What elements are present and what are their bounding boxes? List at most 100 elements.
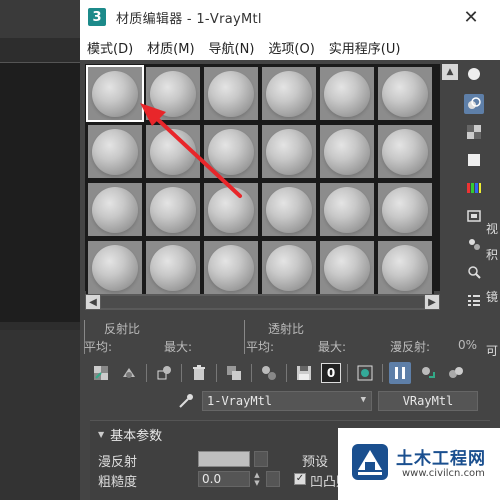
material-name-value: 1-VrayMtl xyxy=(207,394,273,408)
toolbar-divider xyxy=(146,364,147,382)
sample-slot[interactable] xyxy=(260,65,318,122)
roughness-spinner[interactable]: 0.0 xyxy=(198,471,250,487)
toolbar-divider xyxy=(286,364,287,382)
diffuse-color-swatch[interactable] xyxy=(198,451,250,467)
go-to-parent-button[interactable] xyxy=(417,362,439,384)
material-sphere-preview xyxy=(266,186,312,233)
sample-slot[interactable] xyxy=(86,65,144,122)
menu-options[interactable]: 选项(O) xyxy=(261,38,321,57)
menu-material[interactable]: 材质(M) xyxy=(140,38,201,57)
close-button[interactable]: ✕ xyxy=(460,6,482,28)
slots-scroll-up-button[interactable]: ▲ xyxy=(442,64,458,80)
background-toolbar xyxy=(0,0,80,38)
menu-mode[interactable]: 模式(D) xyxy=(80,38,140,57)
video-color-check-button[interactable] xyxy=(464,178,484,198)
material-sphere-preview xyxy=(150,70,196,117)
select-by-material-button[interactable] xyxy=(464,262,484,282)
sphere-icon xyxy=(468,68,480,80)
material-sphere-preview xyxy=(92,70,138,117)
menu-utilities[interactable]: 实用程序(U) xyxy=(322,38,408,57)
material-sphere-preview xyxy=(208,244,254,291)
bump-checkbox[interactable]: ✓ xyxy=(294,473,306,485)
material-sphere-preview xyxy=(92,244,138,291)
sample-slot[interactable] xyxy=(144,123,202,180)
sample-slot[interactable] xyxy=(144,181,202,238)
sample-slot[interactable] xyxy=(318,181,376,238)
sample-slot[interactable] xyxy=(202,65,260,122)
slots-horizontal-scrollbar[interactable]: ◀ ▶ xyxy=(85,294,440,310)
sample-slot[interactable] xyxy=(144,65,202,122)
put-to-scene-button[interactable] xyxy=(118,362,140,384)
sample-slot[interactable] xyxy=(202,181,260,238)
stats-divider xyxy=(244,320,245,354)
menu-navigation[interactable]: 导航(N) xyxy=(202,38,262,57)
make-preview-button[interactable] xyxy=(464,206,484,226)
material-id-value: 0 xyxy=(326,366,336,380)
sample-slot[interactable] xyxy=(376,239,434,296)
material-type-button[interactable]: VRayMtl xyxy=(378,391,478,411)
material-id-channel-button[interactable]: 0 xyxy=(321,363,341,383)
material-map-navigator-button[interactable] xyxy=(464,290,484,310)
sample-slot[interactable] xyxy=(202,123,260,180)
assign-to-selection-button[interactable] xyxy=(153,362,175,384)
backlight-button[interactable] xyxy=(464,94,484,114)
sample-slot[interactable] xyxy=(376,65,434,122)
roughness-map-button[interactable] xyxy=(266,471,280,487)
reflectance-stats: 反射比 透射比 平均: 最大: 平均: 最大: 漫反射: 0% xyxy=(80,318,500,358)
scroll-left-button[interactable]: ◀ xyxy=(86,295,100,309)
toolbar-divider xyxy=(181,364,182,382)
reflect-label: 反射比 xyxy=(104,322,141,336)
background-button[interactable] xyxy=(464,122,484,142)
sample-slot[interactable] xyxy=(260,239,318,296)
get-material-button[interactable] xyxy=(90,362,112,384)
material-sphere-preview xyxy=(382,244,428,291)
sample-type-button[interactable] xyxy=(464,64,484,84)
list-icon xyxy=(468,295,480,306)
sample-slot[interactable] xyxy=(260,123,318,180)
material-name-field[interactable]: 1-VrayMtl ▼ xyxy=(202,391,372,411)
sample-slot[interactable] xyxy=(318,65,376,122)
material-toolbar: 0 xyxy=(90,362,473,384)
reflect-max-label: 最大: xyxy=(164,340,193,354)
copy-material-button[interactable] xyxy=(258,362,280,384)
sample-slot[interactable] xyxy=(376,181,434,238)
sample-slot[interactable] xyxy=(86,123,144,180)
title-bar[interactable]: 3 材质编辑器 - 1-VrayMtl ✕ xyxy=(80,0,500,34)
assign-material-icon xyxy=(157,366,171,380)
put-to-library-button[interactable] xyxy=(293,362,315,384)
toolbar-divider xyxy=(216,364,217,382)
sample-slot-grid xyxy=(85,64,435,298)
menu-bar: 模式(D) 材质(M) 导航(N) 选项(O) 实用程序(U) xyxy=(80,34,500,60)
show-end-result-button[interactable] xyxy=(389,362,411,384)
background-application xyxy=(0,0,80,500)
pick-material-from-object-button[interactable] xyxy=(176,391,196,411)
transmit-max-label: 最大: xyxy=(318,340,347,354)
sample-slot[interactable] xyxy=(202,239,260,296)
scroll-right-button[interactable]: ▶ xyxy=(425,295,439,309)
make-unique-button[interactable] xyxy=(223,362,245,384)
rollout-title: 基本参数 xyxy=(110,429,163,444)
delete-button[interactable] xyxy=(188,362,210,384)
toolbar-divider xyxy=(251,364,252,382)
diffuse-stat-label: 漫反射: xyxy=(390,340,431,354)
sample-slot[interactable] xyxy=(86,181,144,238)
spinner-arrows-icon[interactable]: ▲ ▼ xyxy=(252,471,262,487)
background-panel xyxy=(0,330,80,500)
show-in-viewport-button[interactable] xyxy=(354,362,376,384)
rollout-header[interactable]: ▼ 基本参数 xyxy=(98,425,162,444)
sample-slot[interactable] xyxy=(318,239,376,296)
sample-slot[interactable] xyxy=(376,123,434,180)
scroll-thumb[interactable] xyxy=(101,296,424,308)
sample-slot[interactable] xyxy=(144,239,202,296)
toolbar-divider xyxy=(382,364,383,382)
sample-slot[interactable] xyxy=(86,239,144,296)
watermark-title: 土木工程网 xyxy=(396,449,486,469)
go-forward-to-sibling-button[interactable] xyxy=(445,362,467,384)
options-button[interactable] xyxy=(464,234,484,254)
sample-slot[interactable] xyxy=(318,123,376,180)
sample-slot[interactable] xyxy=(260,181,318,238)
material-sphere-preview xyxy=(324,128,370,175)
sample-uv-tiling-button[interactable] xyxy=(464,150,484,170)
get-material-icon xyxy=(94,366,108,380)
diffuse-map-button[interactable] xyxy=(254,451,268,467)
